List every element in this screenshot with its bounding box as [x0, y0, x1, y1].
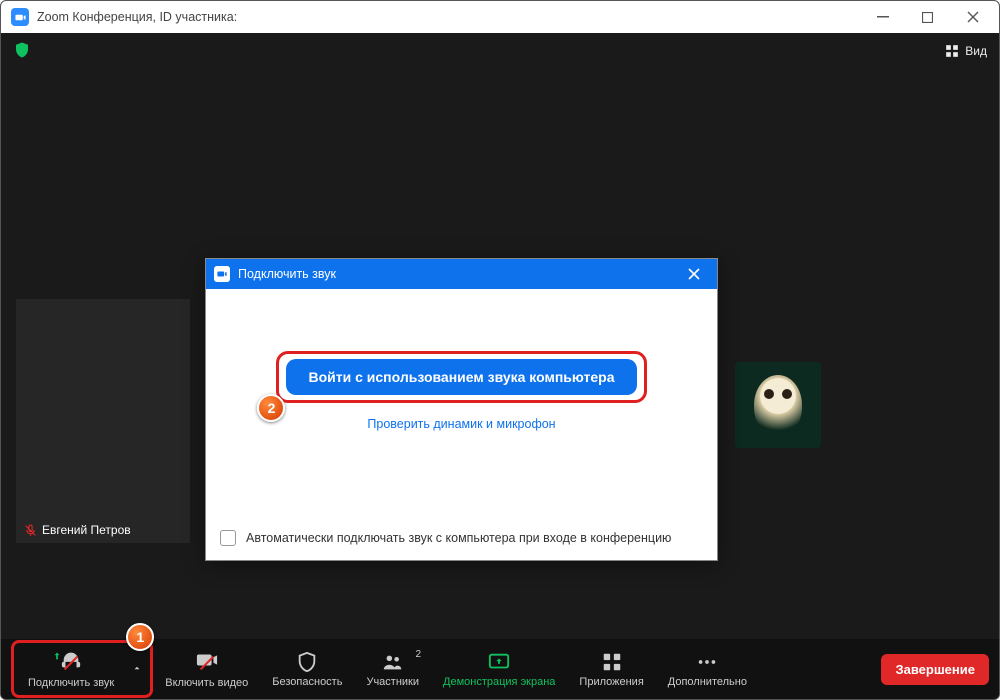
apps-icon: [601, 651, 623, 673]
dialog-body: Войти с использованием звука компьютера …: [206, 289, 717, 529]
participant-name-bar: Евгений Петров: [16, 517, 139, 543]
annotation-marker-1: 1: [126, 623, 154, 651]
start-video-button[interactable]: Включить видео: [153, 645, 260, 693]
join-audio-button[interactable]: Подключить звук: [16, 645, 126, 693]
security-shield-icon[interactable]: [13, 41, 31, 62]
titlebar: Zoom Конференция, ID участника:: [1, 1, 999, 33]
security-button[interactable]: Безопасность: [260, 647, 354, 692]
security-label: Безопасность: [272, 676, 342, 688]
meeting-toolbar: Подключить звук 1 Включить видео Безопас…: [1, 639, 999, 699]
participants-label: Участники: [366, 676, 419, 688]
dialog-footer: Автоматически подключать звук с компьюте…: [206, 529, 717, 560]
share-label: Демонстрация экрана: [443, 676, 555, 688]
shield-icon: [296, 651, 318, 673]
view-label: Вид: [965, 44, 987, 58]
join-audio-toolbar-highlight: Подключить звук 1: [11, 640, 153, 698]
top-strip: Вид: [1, 33, 999, 69]
headphones-icon: [60, 649, 82, 671]
minimize-button[interactable]: [860, 1, 905, 33]
camera-icon: [196, 649, 218, 671]
share-screen-icon: [488, 651, 510, 673]
remote-video-tile[interactable]: [735, 362, 821, 448]
more-icon: [696, 651, 718, 673]
people-icon: [382, 651, 404, 673]
app-window: Zoom Конференция, ID участника: Вид Евге…: [0, 0, 1000, 700]
video-label: Включить видео: [165, 677, 248, 689]
participant-name: Евгений Петров: [42, 523, 131, 537]
muted-mic-icon: [24, 524, 37, 537]
auto-connect-checkbox[interactable]: [220, 530, 236, 546]
more-button[interactable]: Дополнительно: [656, 647, 759, 692]
owl-avatar: [754, 375, 802, 435]
participants-count: 2: [415, 649, 421, 660]
share-screen-button[interactable]: Демонстрация экрана: [431, 647, 567, 692]
self-video-tile[interactable]: Евгений Петров: [16, 299, 190, 543]
dialog-close-button[interactable]: [679, 259, 709, 289]
arrow-up-icon: [52, 651, 62, 661]
zoom-icon: [11, 8, 29, 26]
maximize-button[interactable]: [905, 1, 950, 33]
join-computer-audio-button[interactable]: Войти с использованием звука компьютера: [286, 359, 636, 395]
main-video-area: Евгений Петров Подключить звук Войти с и…: [1, 69, 999, 639]
apps-button[interactable]: Приложения: [567, 647, 655, 692]
window-title: Zoom Конференция, ID участника:: [37, 10, 237, 24]
join-audio-dialog: Подключить звук Войти с использованием з…: [205, 258, 718, 561]
more-label: Дополнительно: [668, 676, 747, 688]
participants-button[interactable]: 2 Участники: [354, 647, 431, 692]
close-button[interactable]: [950, 1, 995, 33]
dialog-title: Подключить звук: [238, 267, 336, 281]
audio-label: Подключить звук: [28, 677, 114, 689]
test-speaker-mic-link[interactable]: Проверить динамик и микрофон: [226, 417, 697, 431]
end-meeting-button[interactable]: Завершение: [881, 654, 989, 685]
apps-label: Приложения: [579, 676, 643, 688]
dialog-header: Подключить звук: [206, 259, 717, 289]
auto-connect-label: Автоматически подключать звук с компьюте…: [246, 531, 671, 545]
audio-options-chevron[interactable]: [126, 660, 148, 678]
zoom-icon: [214, 266, 230, 282]
view-button[interactable]: Вид: [945, 44, 987, 58]
join-audio-highlight: Войти с использованием звука компьютера …: [276, 351, 646, 403]
